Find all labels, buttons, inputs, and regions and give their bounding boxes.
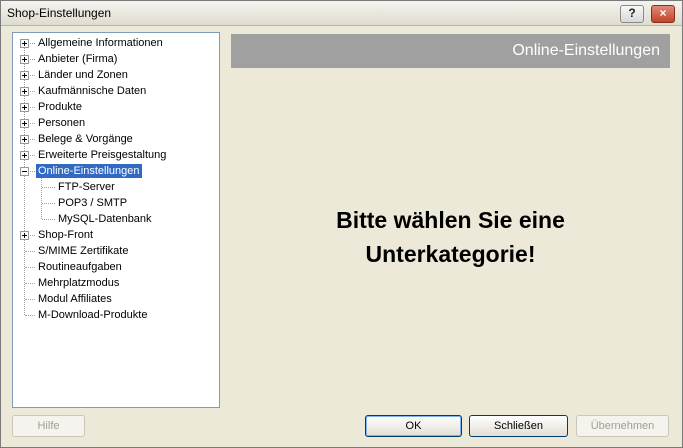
- expand-plus-icon[interactable]: [20, 55, 29, 64]
- ok-button[interactable]: OK: [365, 415, 462, 437]
- tree-item[interactable]: Personen: [13, 115, 213, 131]
- tree-item-label: Belege & Vorgänge: [38, 133, 133, 145]
- help-button[interactable]: Hilfe: [12, 415, 85, 437]
- tree-branch-line: [42, 219, 55, 220]
- select-subcategory-message: Bitte wählen Sie eine Unterkategorie!: [231, 203, 670, 271]
- settings-window: Shop-Einstellungen ? × Allgemeine Inform…: [0, 0, 683, 448]
- message-line-2: Unterkategorie!: [365, 241, 536, 267]
- tree-branch-line: [25, 283, 35, 284]
- tree-item-label: Online-Einstellungen: [36, 164, 142, 178]
- tree-item-label: Modul Affiliates: [38, 293, 112, 305]
- message-line-1: Bitte wählen Sie eine: [336, 207, 565, 233]
- expand-plus-icon[interactable]: [20, 39, 29, 48]
- expand-plus-icon[interactable]: [20, 103, 29, 112]
- tree-branch-line: [25, 251, 35, 252]
- expand-plus-icon[interactable]: [20, 87, 29, 96]
- tree-item-label: Routineaufgaben: [38, 261, 122, 273]
- collapse-minus-icon[interactable]: [20, 167, 29, 176]
- tree-item[interactable]: Online-Einstellungen: [13, 163, 213, 179]
- panel-header-title: Online-Einstellungen: [512, 42, 660, 59]
- help-title-button[interactable]: ?: [620, 5, 644, 23]
- expand-plus-icon[interactable]: [20, 135, 29, 144]
- tree-item-label: M-Download-Produkte: [38, 309, 148, 321]
- apply-button[interactable]: Übernehmen: [576, 415, 669, 437]
- expand-plus-icon[interactable]: [20, 231, 29, 240]
- tree-item-label: FTP-Server: [58, 181, 115, 193]
- tree-item[interactable]: Länder und Zonen: [13, 67, 213, 83]
- panel-header: Online-Einstellungen: [231, 34, 670, 68]
- tree-item-label: MySQL-Datenbank: [58, 213, 152, 225]
- title-bar[interactable]: Shop-Einstellungen ? ×: [1, 1, 682, 26]
- tree-item-label: Shop-Front: [38, 229, 94, 241]
- expand-plus-icon[interactable]: [20, 71, 29, 80]
- tree-item-label: Allgemeine Informationen: [38, 37, 163, 49]
- expand-plus-icon[interactable]: [20, 119, 29, 128]
- tree-item-label: POP3 / SMTP: [58, 197, 128, 209]
- tree-branch-line: [42, 187, 55, 188]
- tree-branch-line: [25, 267, 35, 268]
- tree-item-label: Länder und Zonen: [38, 69, 128, 81]
- tree-branch-line: [42, 203, 55, 204]
- tree-item-label: Anbieter (Firma): [38, 53, 118, 65]
- tree-item[interactable]: Shop-Front: [13, 227, 213, 243]
- tree-item[interactable]: POP3 / SMTP: [13, 195, 213, 211]
- tree-item[interactable]: MySQL-Datenbank: [13, 211, 213, 227]
- tree-item[interactable]: Routineaufgaben: [13, 259, 213, 275]
- tree-item-label: Produkte: [38, 101, 83, 113]
- tree-item[interactable]: Modul Affiliates: [13, 291, 213, 307]
- tree-item-label: S/MIME Zertifikate: [38, 245, 129, 257]
- close-window-button[interactable]: ×: [651, 5, 675, 23]
- panel-content: Bitte wählen Sie eine Unterkategorie!: [231, 68, 670, 408]
- expand-plus-icon[interactable]: [20, 151, 29, 160]
- close-button[interactable]: Schließen: [469, 415, 568, 437]
- tree-item[interactable]: Allgemeine Informationen: [13, 35, 213, 51]
- tree-item-label: Mehrplatzmodus: [38, 277, 120, 289]
- tree-item-label: Kaufmännische Daten: [38, 85, 147, 97]
- tree-item[interactable]: Belege & Vorgänge: [13, 131, 213, 147]
- tree-item-label: Erweiterte Preisgestaltung: [38, 149, 167, 161]
- window-title: Shop-Einstellungen: [7, 6, 112, 20]
- tree-item[interactable]: Kaufmännische Daten: [13, 83, 213, 99]
- tree-item[interactable]: Anbieter (Firma): [13, 51, 213, 67]
- tree-item[interactable]: Produkte: [13, 99, 213, 115]
- tree-item-label: Personen: [38, 117, 86, 129]
- tree-branch-line: [25, 299, 35, 300]
- tree-item[interactable]: Erweiterte Preisgestaltung: [13, 147, 213, 163]
- tree-item[interactable]: S/MIME Zertifikate: [13, 243, 213, 259]
- tree-item[interactable]: M-Download-Produkte: [13, 307, 213, 323]
- tree-item[interactable]: Mehrplatzmodus: [13, 275, 213, 291]
- tree-branch-line: [25, 315, 35, 316]
- category-tree[interactable]: Allgemeine Informationen Anbieter (Firma)…: [12, 32, 220, 408]
- tree-item[interactable]: FTP-Server: [13, 179, 213, 195]
